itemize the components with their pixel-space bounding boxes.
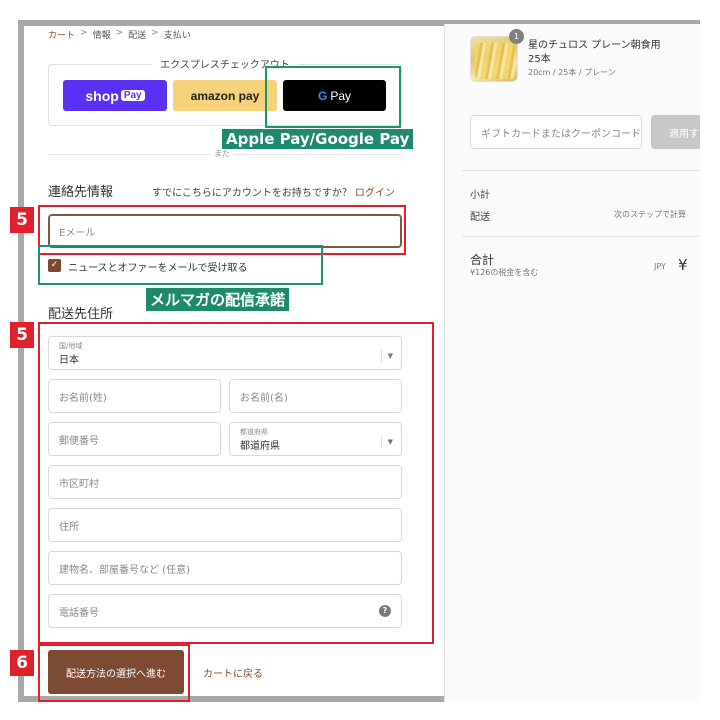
shop-pay-button[interactable]: shop Pay [63,80,167,111]
tax-note: ¥126の税金を含む [470,268,539,277]
quantity-badge: 1 [509,29,524,44]
contact-heading: 連絡先情報 [48,185,114,200]
or-divider-text: また [210,148,234,159]
page-edge [700,0,720,720]
annotation-submit-box [38,644,190,702]
product-variant: 20cm / 25本 / プレーン [528,68,616,77]
product-name: 星のチュロス プレーン朝食用 25本 [528,40,661,65]
apply-button[interactable]: 適用す [651,115,700,149]
annotation-step-5-email: 5 [10,207,34,233]
shipping-value: 次のステップで計算 [614,210,686,219]
divider [462,170,700,171]
breadcrumb: カート > 情報 > 配送 > 支払い [48,28,191,41]
breadcrumb-info: 情報 [92,31,111,41]
product-thumbnail [470,36,518,82]
chevron-right-icon: > [115,28,124,38]
shipping-heading: 配送先住所 [48,307,114,322]
annotation-wallets-label: Apple Pay/Google Pay [222,129,414,149]
annotation-wallets-box [265,66,401,128]
login-link[interactable]: ログイン [355,188,395,199]
breadcrumb-payment: 支払い [163,31,191,41]
annotation-newsletter-label: メルマガの配信承諾 [146,288,290,311]
account-question: すでにこちらにアカウントをお持ちですか？ ログイン [152,188,395,199]
subtotal-label: 小計 [470,190,490,201]
annotation-step-6: 6 [10,650,34,676]
divider [462,236,700,237]
annotation-step-5-address: 5 [10,322,34,348]
back-to-cart-link[interactable]: カートに戻る [203,665,263,680]
breadcrumb-cart[interactable]: カート [48,28,75,41]
chevron-right-icon: > [80,28,88,38]
coupon-input[interactable]: ギフトカードまたはクーポンコード [470,115,642,149]
annotation-address-box [38,322,434,644]
total-amount: ¥ [678,256,688,274]
total-label: 合計 [470,253,495,267]
annotation-newsletter-box [38,245,323,285]
currency-code: JPY [654,262,666,271]
amazon-pay-button[interactable]: amazon pay [173,80,277,111]
shipping-label: 配送 [470,212,490,223]
breadcrumb-shipping: 配送 [128,31,147,41]
chevron-right-icon: > [151,28,159,38]
